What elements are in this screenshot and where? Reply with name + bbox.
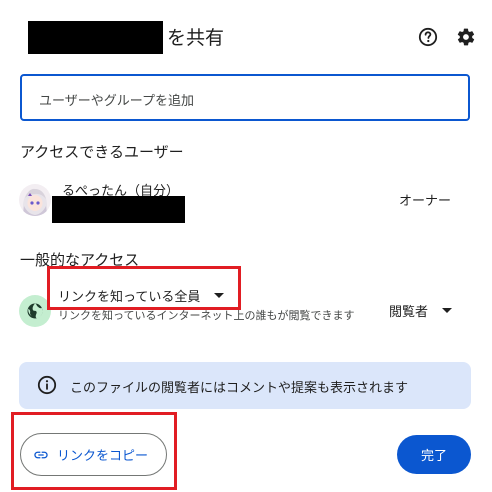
role-selected: 閲覧者 [389, 305, 429, 320]
redacted-owner-email [52, 196, 185, 223]
info-message: このファイルの閲覧者にはコメントや提案も表示されます [70, 381, 409, 396]
people-with-access-title: アクセスできるユーザー [20, 143, 184, 161]
highlight-box-copy-link [11, 412, 177, 490]
done-label: 完了 [420, 449, 447, 464]
role-dropdown[interactable]: 閲覧者 [389, 301, 453, 320]
chevron-down-icon [442, 308, 453, 313]
add-people-placeholder: ユーザーやグループを追加 [39, 94, 194, 109]
info-icon [37, 375, 57, 395]
add-people-input[interactable]: ユーザーやグループを追加 [20, 74, 470, 121]
general-access-description: リンクを知っているインターネット上の誰もが閲覧できます [58, 309, 355, 322]
redacted-file-name [28, 21, 163, 54]
highlight-box-general-access [47, 266, 241, 310]
dialog-title: を共有 [167, 27, 225, 49]
info-banner: このファイルの閲覧者にはコメントや提案も表示されます [19, 362, 471, 409]
avatar [19, 184, 51, 216]
gear-icon[interactable] [455, 26, 477, 48]
help-icon[interactable] [417, 26, 439, 48]
share-dialog: を共有 ユーザーやグループを追加 アクセスできるユーザー るぺったん（自分） オ… [0, 0, 492, 492]
owner-role: オーナー [399, 194, 452, 209]
done-button[interactable]: 完了 [397, 435, 471, 474]
